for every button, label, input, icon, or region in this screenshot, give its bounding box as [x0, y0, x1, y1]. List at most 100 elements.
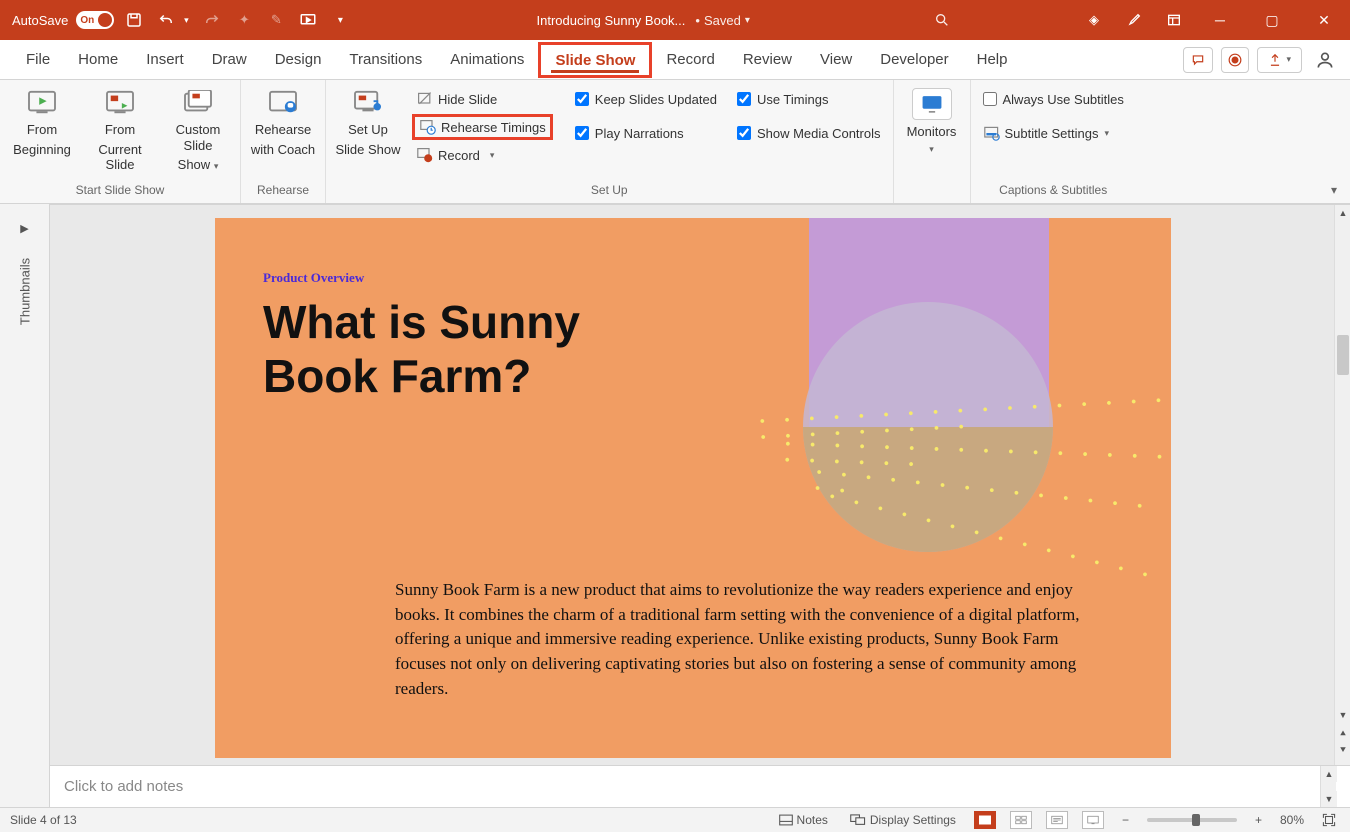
zoom-out-button[interactable]: − [1118, 813, 1133, 827]
zoom-percent[interactable]: 80% [1280, 813, 1304, 827]
maximize-button[interactable]: ▢ [1254, 0, 1290, 40]
slide-counter: Slide 4 of 13 [10, 813, 77, 827]
play-from-current-icon [102, 88, 138, 118]
vertical-scrollbar[interactable]: ▲ ▼ ⯅ ⯆ [1334, 205, 1350, 765]
tab-home[interactable]: Home [64, 40, 132, 80]
tab-insert[interactable]: Insert [132, 40, 198, 80]
setup-icon [350, 88, 386, 118]
magic-icon[interactable]: ✦ [232, 8, 256, 32]
autosave-toggle[interactable]: On [76, 11, 114, 29]
custom-slide-show-button[interactable]: Custom Slide Show ▾ [164, 86, 232, 173]
share-button[interactable]: ▾ [1257, 47, 1302, 73]
prev-slide-button[interactable]: ⯅ [1335, 727, 1350, 741]
zoom-in-button[interactable]: + [1251, 813, 1266, 827]
use-timings-checkbox[interactable]: Use Timings [733, 86, 885, 112]
record-small-icon [416, 146, 434, 164]
collapse-ribbon-button[interactable]: ▾ [1324, 181, 1344, 199]
brush-icon[interactable] [1122, 8, 1146, 32]
play-narrations-checkbox[interactable]: Play Narrations [571, 120, 721, 146]
from-beginning-button[interactable]: From Beginning [8, 86, 76, 157]
set-up-slide-show-button[interactable]: Set Up Slide Show [334, 86, 402, 157]
tab-file[interactable]: File [12, 40, 64, 80]
subtitle-settings-button[interactable]: Subtitle Settings ▾ [979, 120, 1128, 146]
view-normal-button[interactable] [974, 811, 996, 829]
tab-review[interactable]: Review [729, 40, 806, 80]
show-media-controls-checkbox[interactable]: Show Media Controls [733, 120, 885, 146]
rehearse-timings-icon [419, 118, 437, 136]
tab-design[interactable]: Design [261, 40, 336, 80]
scroll-thumb[interactable] [1337, 335, 1349, 375]
notes-pane[interactable]: Click to add notes ▲ ▼ [50, 765, 1350, 807]
scroll-up-button[interactable]: ▲ [1335, 205, 1350, 221]
save-state[interactable]: • Saved ▾ [695, 13, 749, 28]
comments-button[interactable] [1183, 47, 1213, 73]
slide-canvas-area: • • • • • • • • • • • • • • • • • • • • … [50, 204, 1350, 765]
from-current-slide-button[interactable]: From Current Slide [86, 86, 154, 173]
save-icon[interactable] [122, 8, 146, 32]
tab-help[interactable]: Help [963, 40, 1022, 80]
notes-toggle-button[interactable]: Notes [775, 808, 832, 832]
rehearse-coach-icon [265, 88, 301, 118]
tab-draw[interactable]: Draw [198, 40, 261, 80]
redo-icon[interactable] [200, 8, 224, 32]
workspace: ▶ Thumbnails • • • • • • • • • • • • • •… [0, 204, 1350, 807]
record-dropdown-button[interactable]: Record ▾ [412, 142, 553, 168]
title-bar: AutoSave On ▾ ✦ ✎ ▾ Introducing Sunny Bo… [0, 0, 1350, 40]
group-start-slide-show: From Beginning From Current Slide Custom… [0, 80, 241, 203]
profile-button[interactable] [1312, 47, 1338, 73]
tab-developer[interactable]: Developer [866, 40, 962, 80]
view-slideshow-button[interactable] [1082, 811, 1104, 829]
keep-slides-updated-checkbox[interactable]: Keep Slides Updated [571, 86, 721, 112]
notes-scrollbar[interactable]: ▲ ▼ [1320, 766, 1336, 807]
undo-icon[interactable] [154, 8, 178, 32]
group-label: Start Slide Show [76, 180, 165, 201]
tab-transitions[interactable]: Transitions [335, 40, 436, 80]
play-from-start-icon [24, 88, 60, 118]
expand-thumbnails-icon[interactable]: ▶ [20, 222, 28, 235]
monitor-icon [912, 88, 952, 120]
tab-view[interactable]: View [806, 40, 866, 80]
next-slide-button[interactable]: ⯆ [1335, 743, 1350, 757]
monitors-button[interactable]: Monitors ▾ [902, 86, 962, 154]
zoom-slider[interactable] [1147, 818, 1237, 822]
qat-more-icon[interactable]: ▾ [328, 8, 352, 32]
eyedropper-icon[interactable]: ✎ [264, 8, 288, 32]
tab-slide-show[interactable]: Slide Show [538, 42, 652, 78]
notes-scroll-down[interactable]: ▼ [1321, 791, 1337, 807]
slide[interactable]: • • • • • • • • • • • • • • • • • • • • … [215, 218, 1171, 758]
fit-to-window-button[interactable] [1318, 813, 1340, 827]
slide-overline[interactable]: Product Overview [263, 270, 364, 286]
document-title: Introducing Sunny Book... [537, 13, 686, 28]
record-button[interactable] [1221, 47, 1249, 73]
hide-slide-button[interactable]: Hide Slide [412, 86, 553, 112]
view-reading-button[interactable] [1046, 811, 1068, 829]
subtitle-settings-icon [983, 124, 1001, 142]
diamond-icon[interactable]: ◈ [1082, 8, 1106, 32]
always-use-subtitles-checkbox[interactable]: Always Use Subtitles [979, 86, 1128, 112]
display-settings-button[interactable]: Display Settings [846, 808, 960, 832]
group-set-up: Set Up Slide Show Hide Slide Rehearse Ti… [326, 80, 894, 203]
ribbon-slide-show: From Beginning From Current Slide Custom… [0, 80, 1350, 204]
undo-dropdown-icon[interactable]: ▾ [180, 8, 192, 32]
tab-animations[interactable]: Animations [436, 40, 538, 80]
group-captions: Always Use Subtitles Subtitle Settings ▾… [971, 80, 1136, 203]
tab-record[interactable]: Record [652, 40, 728, 80]
rehearse-timings-button[interactable]: Rehearse Timings [412, 114, 553, 140]
close-button[interactable]: ✕ [1306, 0, 1342, 40]
present-icon[interactable] [296, 8, 320, 32]
minimize-button[interactable]: ─ [1202, 0, 1238, 40]
display-icon [850, 814, 866, 826]
status-bar: Slide 4 of 13 Notes Display Settings − +… [0, 807, 1350, 831]
view-sorter-button[interactable] [1010, 811, 1032, 829]
group-monitors: Monitors ▾ [894, 80, 971, 203]
thumbnails-rail[interactable]: ▶ Thumbnails [0, 204, 50, 807]
slide-title[interactable]: What is Sunny Book Farm? [263, 296, 580, 404]
rehearse-with-coach-button[interactable]: Rehearse with Coach [249, 86, 317, 157]
slide-body-text[interactable]: Sunny Book Farm is a new product that ai… [395, 578, 1111, 701]
autosave-label: AutoSave [12, 13, 68, 28]
scroll-down-button[interactable]: ▼ [1335, 707, 1350, 723]
notes-scroll-up[interactable]: ▲ [1321, 766, 1337, 782]
search-icon[interactable] [934, 12, 962, 28]
window-layout-icon[interactable] [1162, 8, 1186, 32]
notes-icon [779, 814, 793, 826]
